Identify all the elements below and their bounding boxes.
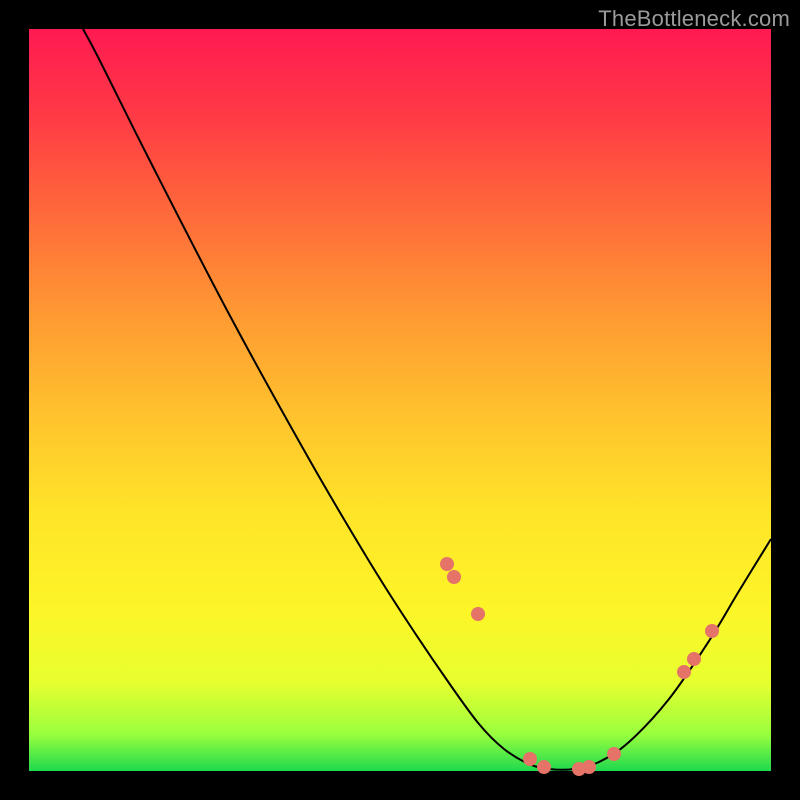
marker-dot	[523, 752, 537, 766]
marker-dot	[471, 607, 485, 621]
marker-pill	[489, 673, 507, 699]
markers-group	[440, 557, 719, 776]
chart-svg	[29, 29, 771, 771]
marker-pill	[505, 712, 534, 746]
bottleneck-curve	[83, 29, 771, 770]
marker-dot	[607, 747, 621, 761]
marker-dot	[677, 665, 691, 679]
chart-frame	[29, 29, 771, 771]
marker-pill	[461, 630, 481, 661]
marker-dot	[447, 570, 461, 584]
marker-dot	[537, 760, 551, 774]
marker-dot	[582, 760, 596, 774]
marker-dot	[687, 652, 701, 666]
marker-dot	[440, 557, 454, 571]
watermark-text: TheBottleneck.com	[598, 6, 790, 32]
marker-dot	[705, 624, 719, 638]
